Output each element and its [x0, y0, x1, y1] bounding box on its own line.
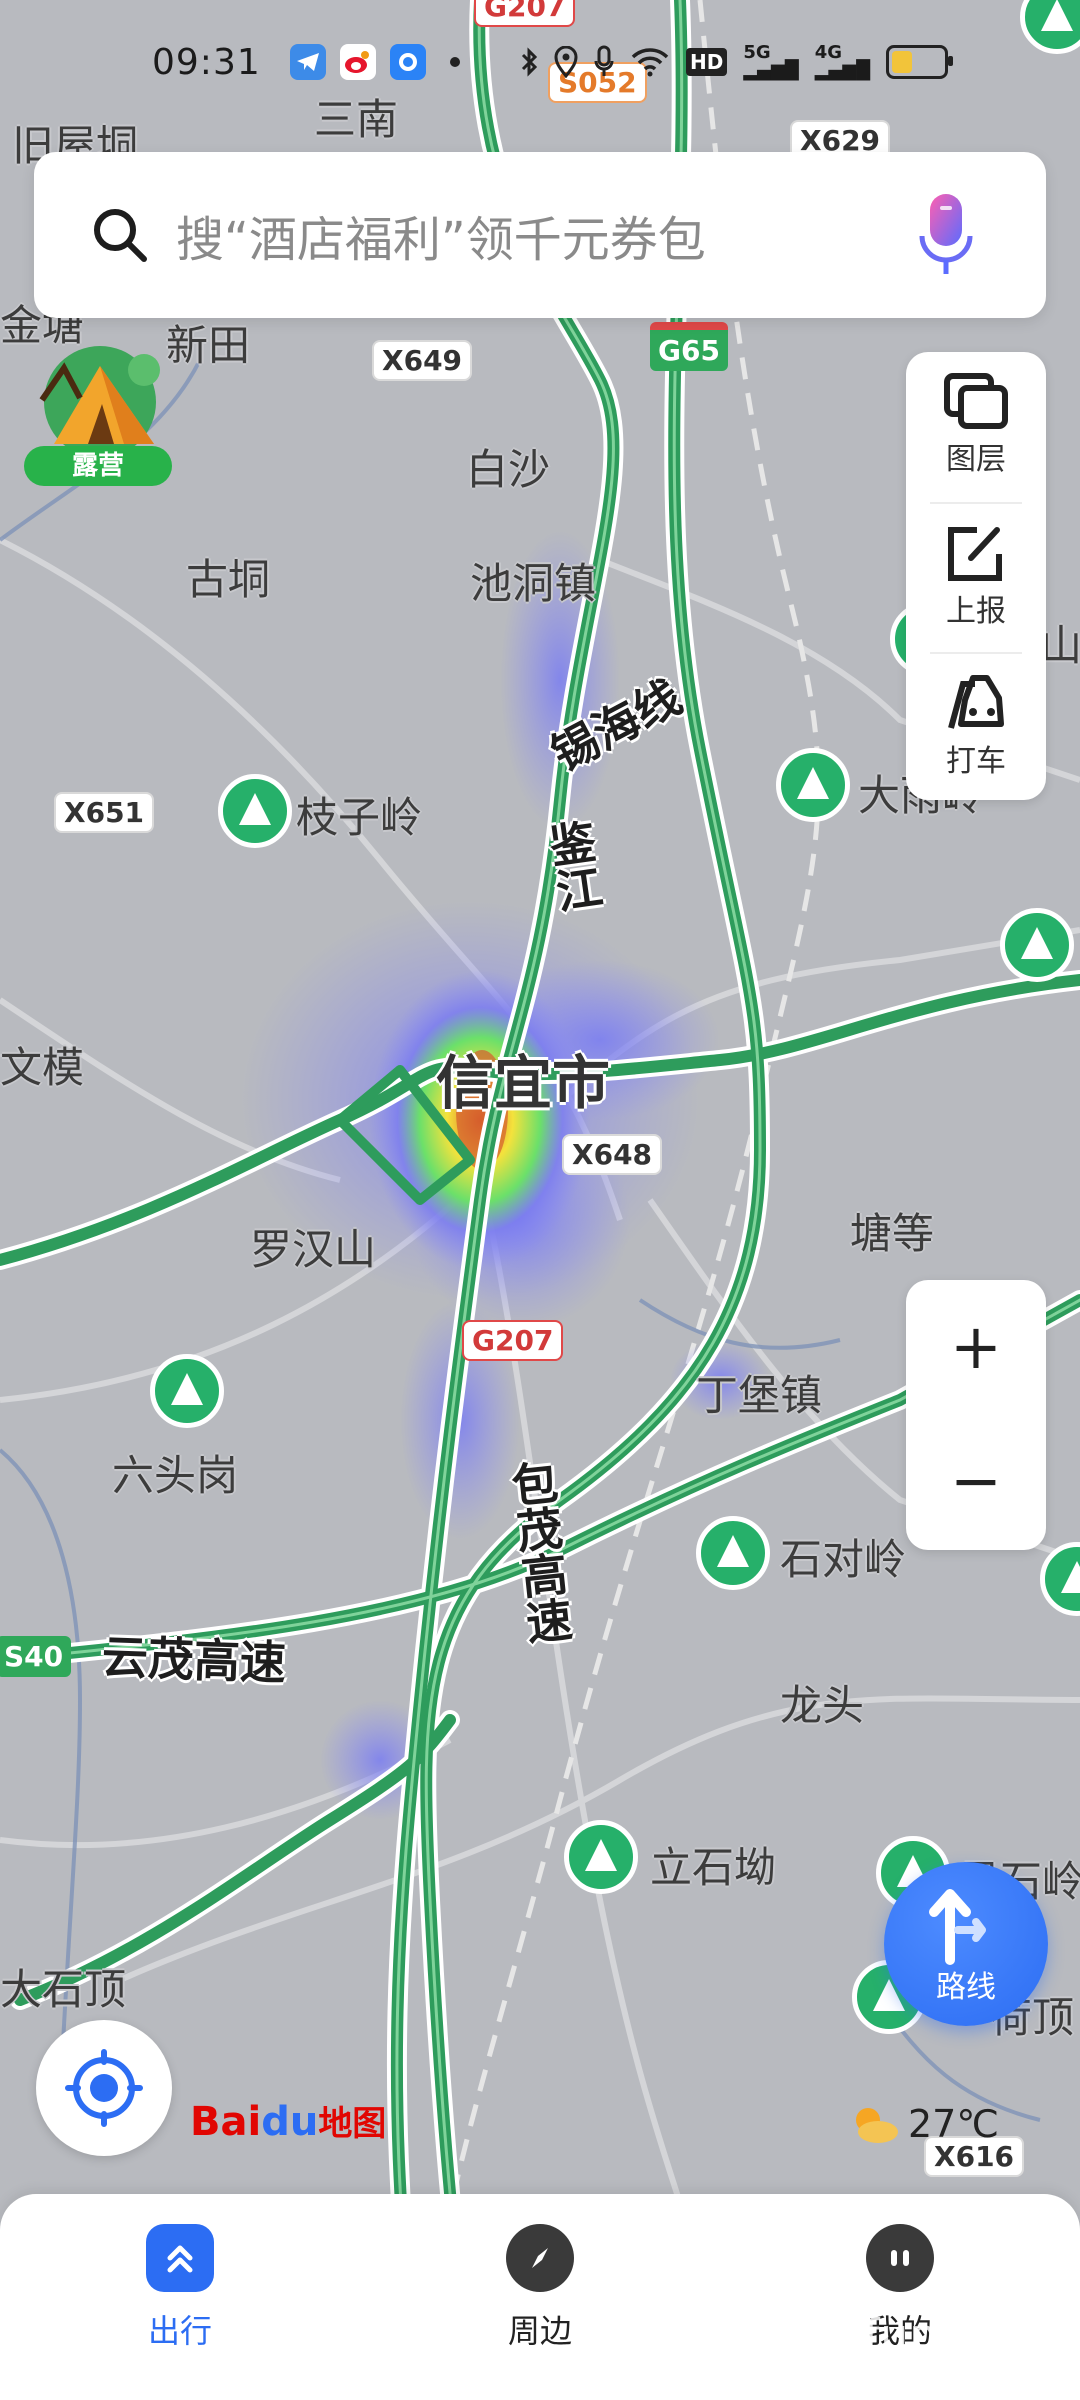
4g-signal-icon: 4G ▂▄▆█	[814, 42, 871, 81]
search-bar[interactable]: 搜“酒店福利”领千元券包	[34, 152, 1046, 318]
profile-icon	[866, 2224, 934, 2292]
road-shield: G207	[462, 1320, 564, 1361]
5g-signal-icon: 5G ▂▄▆█	[743, 42, 799, 81]
road-shield: S40	[0, 1636, 72, 1677]
place-label: 六头岗	[112, 1451, 239, 1500]
weibo-icon	[340, 44, 376, 80]
place-label: 枝子岭	[296, 793, 423, 842]
report-label: 上报	[946, 594, 1006, 629]
place-label: 大石顶	[0, 1965, 127, 2014]
watermark: gdfun.com	[806, 2310, 1051, 2361]
telegram-icon	[290, 44, 326, 80]
road-shield: X648	[562, 1134, 663, 1175]
road-shield: G65	[650, 322, 728, 371]
camera-app-icon	[390, 44, 426, 80]
place-label: 三南	[314, 95, 399, 144]
camping-entry[interactable]: 露营	[24, 340, 176, 486]
search-icon	[94, 209, 147, 262]
report-button[interactable]: 上报	[906, 504, 1046, 644]
road-name: 鉴江	[539, 816, 607, 916]
wifi-icon	[631, 48, 669, 77]
compass-icon	[506, 2224, 574, 2292]
tab-travel-label: 出行	[147, 2312, 212, 2350]
status-notification-icons	[290, 44, 460, 80]
route-arrow-icon	[929, 1889, 986, 1965]
road-shield: X651	[54, 792, 155, 833]
taxi-button[interactable]: 打车	[906, 654, 1046, 794]
city-label: 信宜市	[436, 1049, 611, 1117]
place-label: 池洞镇	[470, 559, 597, 608]
place-label: 立石坳	[650, 1843, 777, 1892]
zoom-in-button[interactable]: +	[906, 1280, 1046, 1414]
road-shield: G207	[474, 0, 576, 27]
layers-button[interactable]: 图层	[906, 352, 1046, 492]
tab-nearby-label: 周边	[507, 2312, 572, 2350]
layers-icon	[944, 373, 1008, 429]
road-shield: X649	[372, 340, 473, 381]
camping-label: 露营	[24, 446, 172, 486]
status-time: 09:31	[152, 42, 261, 83]
scenic-pin-icon[interactable]	[776, 748, 850, 822]
tab-travel[interactable]: 出行	[90, 2224, 270, 2352]
my-location-button[interactable]	[36, 2020, 172, 2156]
zoom-controls: + −	[906, 1280, 1046, 1550]
taxi-label: 打车	[946, 744, 1006, 779]
tab-nearby[interactable]: 周边	[450, 2224, 630, 2352]
location-icon	[554, 46, 578, 78]
scenic-pin-icon[interactable]	[696, 1516, 770, 1590]
place-label: 龙头	[780, 1681, 865, 1730]
map-tools-panel: 图层 上报 打车	[906, 352, 1046, 800]
baidu-map-logo: Baidu地图	[190, 2099, 387, 2145]
travel-icon	[146, 2224, 214, 2292]
scenic-pin-icon[interactable]	[150, 1354, 224, 1428]
status-system-icons: HD 5G ▂▄▆█ 4G ▂▄▆█	[520, 42, 954, 81]
voice-mic-icon[interactable]	[918, 192, 974, 278]
place-label: 石对岭	[780, 1535, 907, 1584]
place-label: 古垌	[186, 555, 271, 604]
layers-label: 图层	[946, 442, 1006, 477]
place-label: 塘等	[850, 1209, 935, 1258]
bluetooth-icon	[521, 47, 538, 77]
route-label: 路线	[936, 1970, 996, 2005]
place-label: 新田	[166, 321, 251, 370]
scenic-pin-icon[interactable]	[564, 1820, 638, 1894]
place-label: 文模	[0, 1043, 85, 1092]
zoom-out-button[interactable]: −	[906, 1414, 1046, 1548]
road-name: 云茂高速	[101, 1629, 287, 1691]
place-label: 罗汉山	[250, 1225, 377, 1274]
dot-icon	[450, 57, 460, 67]
tent-icon	[39, 346, 160, 458]
partly-cloudy-icon	[856, 2108, 898, 2143]
place-label: 丁堡镇	[696, 1371, 823, 1420]
weather-widget[interactable]: 27℃	[848, 2102, 999, 2146]
taxi-icon	[948, 675, 1004, 729]
edit-report-icon	[948, 527, 1002, 581]
route-button[interactable]: 路线	[884, 1862, 1048, 2026]
weather-temp: 27℃	[908, 2102, 1000, 2146]
mic-status-icon	[594, 45, 614, 76]
search-input[interactable]: 搜“酒店福利”领千元券包	[176, 200, 706, 270]
battery-icon	[886, 45, 954, 79]
locate-icon	[65, 2049, 143, 2127]
bottom-nav: 出行 周边 我的	[0, 2194, 1080, 2400]
hd-icon: HD	[686, 48, 728, 76]
scenic-pin-icon[interactable]	[1000, 908, 1074, 982]
place-label: 山	[1040, 621, 1080, 670]
place-label: 白沙	[466, 445, 551, 494]
scenic-pin-icon[interactable]	[218, 774, 292, 848]
